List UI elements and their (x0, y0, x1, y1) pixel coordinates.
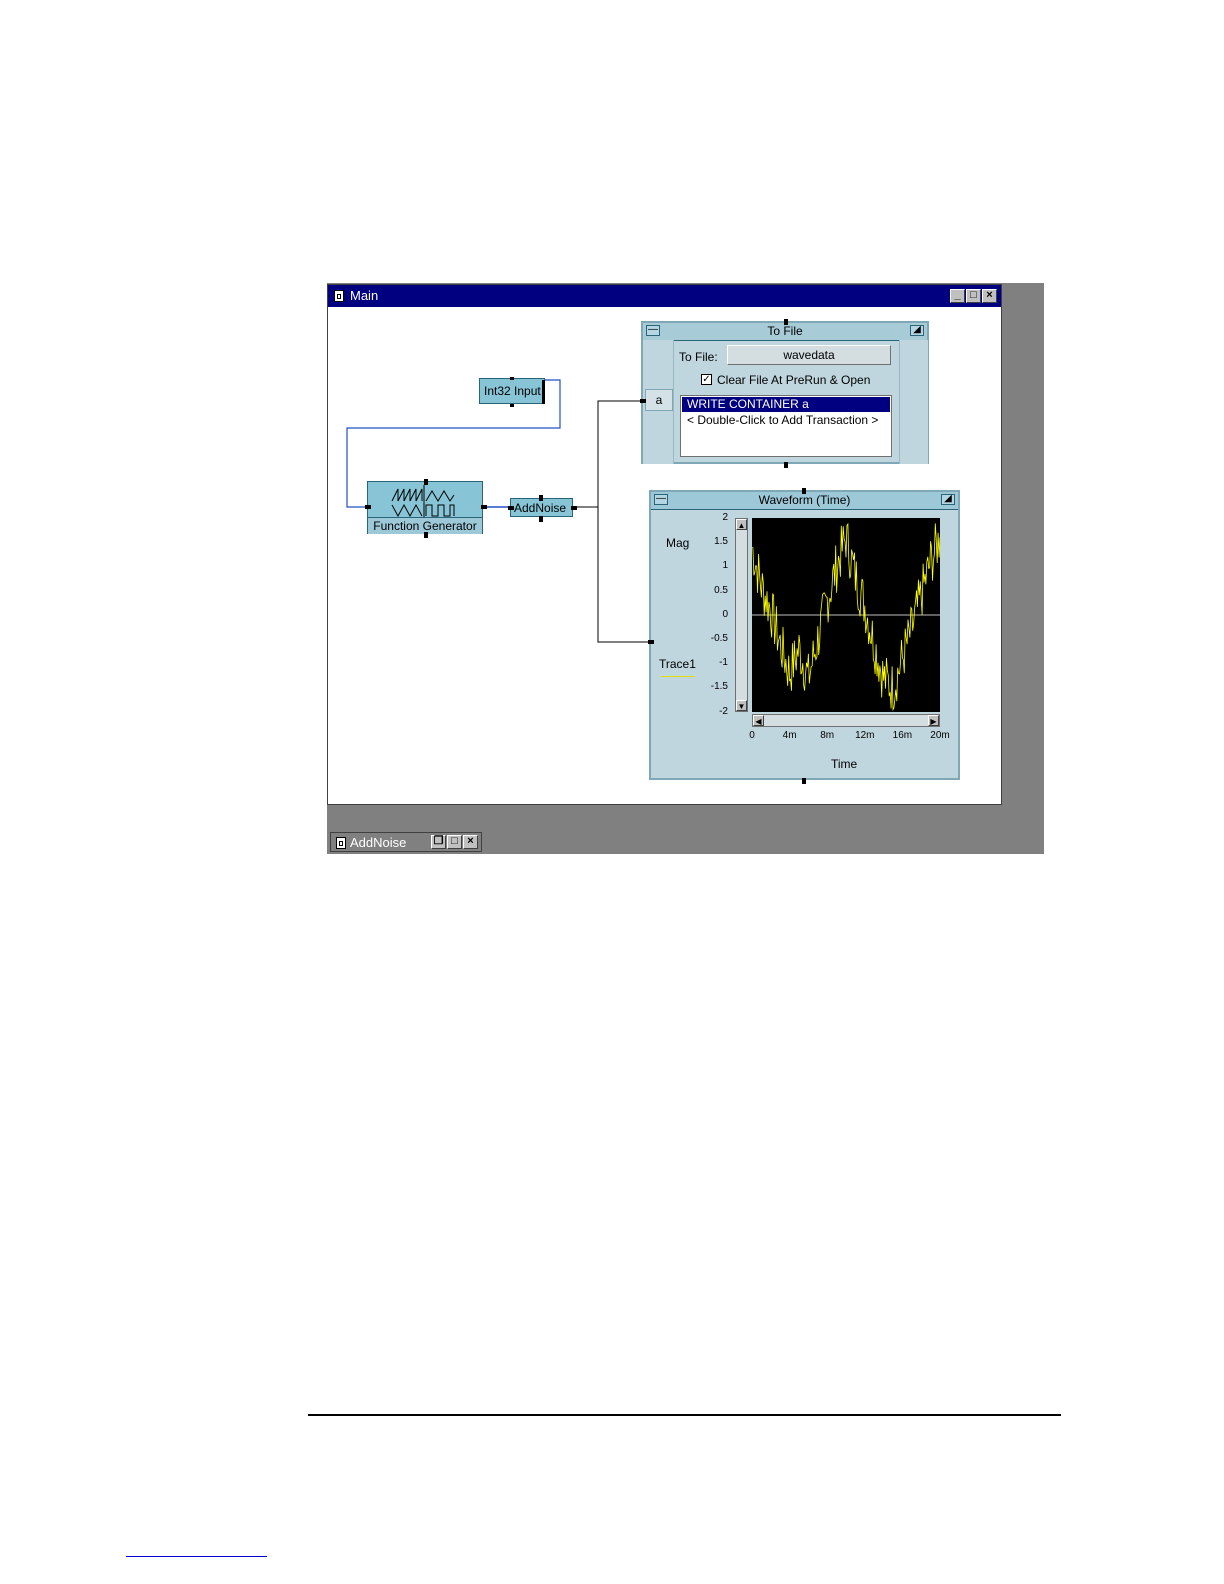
scroll-down-arrow-icon[interactable]: ▼ (736, 700, 747, 711)
addnoise-minimized-window[interactable]: AddNoise ❐ □ × (330, 832, 482, 852)
y-tick-label: -1.5 (710, 681, 728, 693)
minimize-button[interactable]: — (654, 494, 668, 505)
horizontal-scrollbar[interactable]: ◀ ▶ (752, 714, 940, 727)
to-file-panel[interactable]: — To File ◢ a To File: wavedata ✓ Clear … (640, 319, 929, 468)
document-icon (336, 837, 346, 849)
input-pin[interactable] (365, 505, 371, 509)
transaction-list[interactable]: WRITE CONTAINER a < Double-Click to Add … (680, 395, 892, 457)
sequence-out-pin[interactable] (539, 516, 543, 522)
int32-input-object[interactable]: Int32 Input (479, 377, 545, 407)
y-axis-label: Mag (666, 536, 690, 550)
x-axis-label: Time (831, 757, 858, 771)
scroll-up-arrow-icon[interactable]: ▲ (736, 519, 747, 530)
y-tick-label: 1 (722, 560, 728, 572)
scroll-right-arrow-icon[interactable]: ▶ (928, 715, 939, 726)
page-divider (308, 1414, 1061, 1416)
x-tick-label: 0 (749, 730, 755, 741)
x-tick-label: 4m (782, 730, 797, 741)
addnoise-window-title: AddNoise (350, 835, 407, 850)
sequence-out-pin[interactable] (510, 404, 514, 407)
clear-file-checkbox[interactable]: ✓ (701, 374, 712, 385)
y-tick-label: -0.5 (710, 633, 728, 644)
y-tick-label: 1.5 (714, 536, 728, 548)
minimize-button[interactable]: — (646, 325, 660, 336)
scroll-left-arrow-icon[interactable]: ◀ (753, 715, 764, 726)
waveform-title: Waveform (Time) (758, 493, 851, 507)
x-tick-label: 20m (930, 730, 950, 741)
sequence-in-pin[interactable] (784, 319, 788, 325)
output-terminal-area (899, 340, 928, 464)
waveform-display-panel[interactable]: — Waveform (Time) ◢ Mag Trace1 ▲ ▼ ◀ ▶ T… (648, 488, 960, 784)
sequence-in-pin[interactable] (539, 495, 543, 501)
input-terminal-a[interactable]: a (645, 389, 673, 411)
input-pin[interactable] (648, 640, 654, 644)
trace1-line (751, 522, 941, 712)
x-tick-label: 12m (855, 730, 875, 741)
output-pin[interactable] (571, 506, 577, 510)
input-pin[interactable] (508, 506, 514, 510)
wire-addnoise-to-waveform (597, 507, 649, 643)
to-file-label: To File: (679, 350, 718, 364)
restore-button[interactable]: ❐ (431, 835, 446, 849)
connection-wires (346, 379, 649, 643)
trace-legend-label: Trace1 (659, 657, 696, 671)
addnoise-label: AddNoise (514, 501, 567, 515)
y-tick-label: 0 (722, 608, 728, 620)
sequence-out-pin[interactable] (802, 778, 806, 784)
waveform-icon (391, 485, 455, 517)
sequence-in-pin[interactable] (802, 488, 806, 494)
file-name-button[interactable]: wavedata (727, 345, 891, 365)
sequence-out-pin[interactable] (784, 462, 788, 468)
vertical-scrollbar[interactable]: ▲ ▼ (735, 518, 748, 712)
footer-link-underline[interactable] (126, 1556, 267, 1557)
maximize-button[interactable]: □ (447, 835, 462, 849)
waveform-plot (751, 522, 941, 712)
addnoise-object[interactable]: AddNoise (508, 495, 577, 522)
int32-input-label: Int32 Input (484, 384, 541, 398)
function-generator-object[interactable]: Function Generator (365, 479, 487, 538)
y-tick-label: 2 (722, 512, 728, 523)
add-transaction-item[interactable]: < Double-Click to Add Transaction > (687, 413, 878, 427)
transaction-item[interactable]: WRITE CONTAINER a (682, 397, 890, 412)
trace-legend-swatch (661, 676, 695, 677)
close-button[interactable]: × (463, 835, 478, 849)
sequence-in-pin[interactable] (424, 479, 428, 485)
object-menu-button[interactable]: ◢ (941, 494, 955, 505)
wire-addnoise-to-tofile (573, 400, 641, 508)
waveform-titlebar[interactable]: — Waveform (Time) ◢ (651, 492, 958, 510)
sequence-in-pin[interactable] (510, 377, 514, 380)
sequence-out-pin[interactable] (424, 532, 428, 538)
x-tick-label: 16m (892, 730, 913, 741)
y-tick-label: -2 (719, 705, 728, 717)
to-file-title: To File (767, 324, 803, 338)
output-pin[interactable] (542, 380, 545, 404)
y-tick-label: 0.5 (714, 584, 728, 596)
x-tick-label: 8m (820, 730, 835, 741)
to-file-titlebar[interactable]: — To File ◢ (643, 323, 927, 341)
plot-area[interactable] (751, 518, 941, 712)
output-pin[interactable] (481, 505, 487, 509)
clear-file-checkbox-label: Clear File At PreRun & Open (717, 373, 871, 387)
y-tick-label: -1 (719, 657, 728, 669)
input-pin[interactable] (640, 399, 646, 403)
object-menu-button[interactable]: ◢ (910, 325, 924, 336)
